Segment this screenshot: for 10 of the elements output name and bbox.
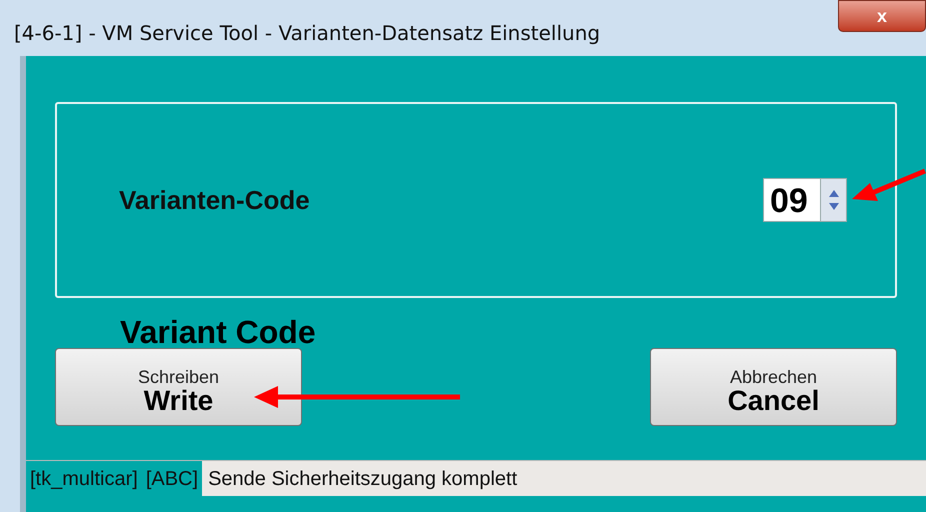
spinner-buttons-icon[interactable] xyxy=(820,179,846,221)
window-title: [4-6-1] - VM Service Tool - Varianten-Datensatz Einstellung xyxy=(14,20,600,47)
field-label: Varianten-Code xyxy=(119,184,310,216)
spinner-field[interactable]: 09 xyxy=(763,178,847,222)
dialog-button[interactable]: Schreiben Write xyxy=(55,348,302,426)
status-text: [tk_multicar] xyxy=(26,461,142,496)
status-text: [ABC] xyxy=(142,461,202,496)
annotation-label: Variant Code xyxy=(120,314,316,350)
dialog-button[interactable]: Abbrechen Cancel xyxy=(650,348,897,426)
status-text: Sende Sicherheitszugang komplett xyxy=(207,466,518,492)
